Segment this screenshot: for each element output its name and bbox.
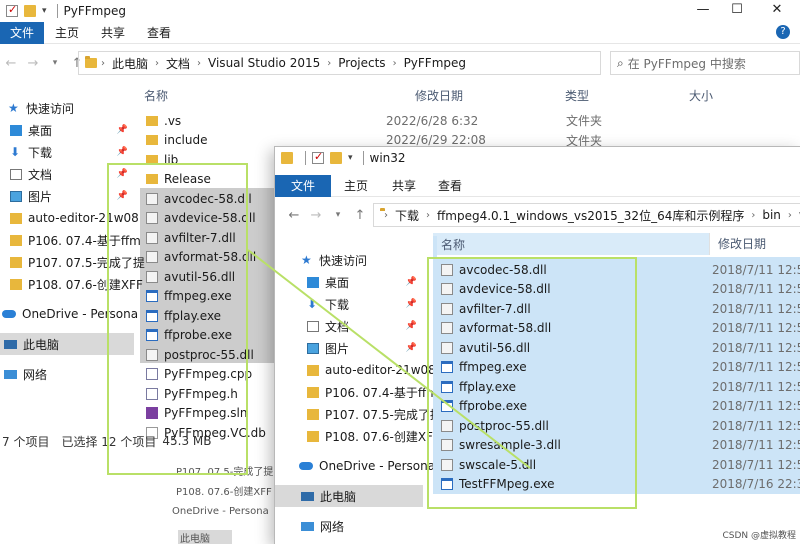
watermark: CSDN @虚拟教程 bbox=[722, 531, 796, 541]
annotation-arrow bbox=[247, 249, 531, 469]
